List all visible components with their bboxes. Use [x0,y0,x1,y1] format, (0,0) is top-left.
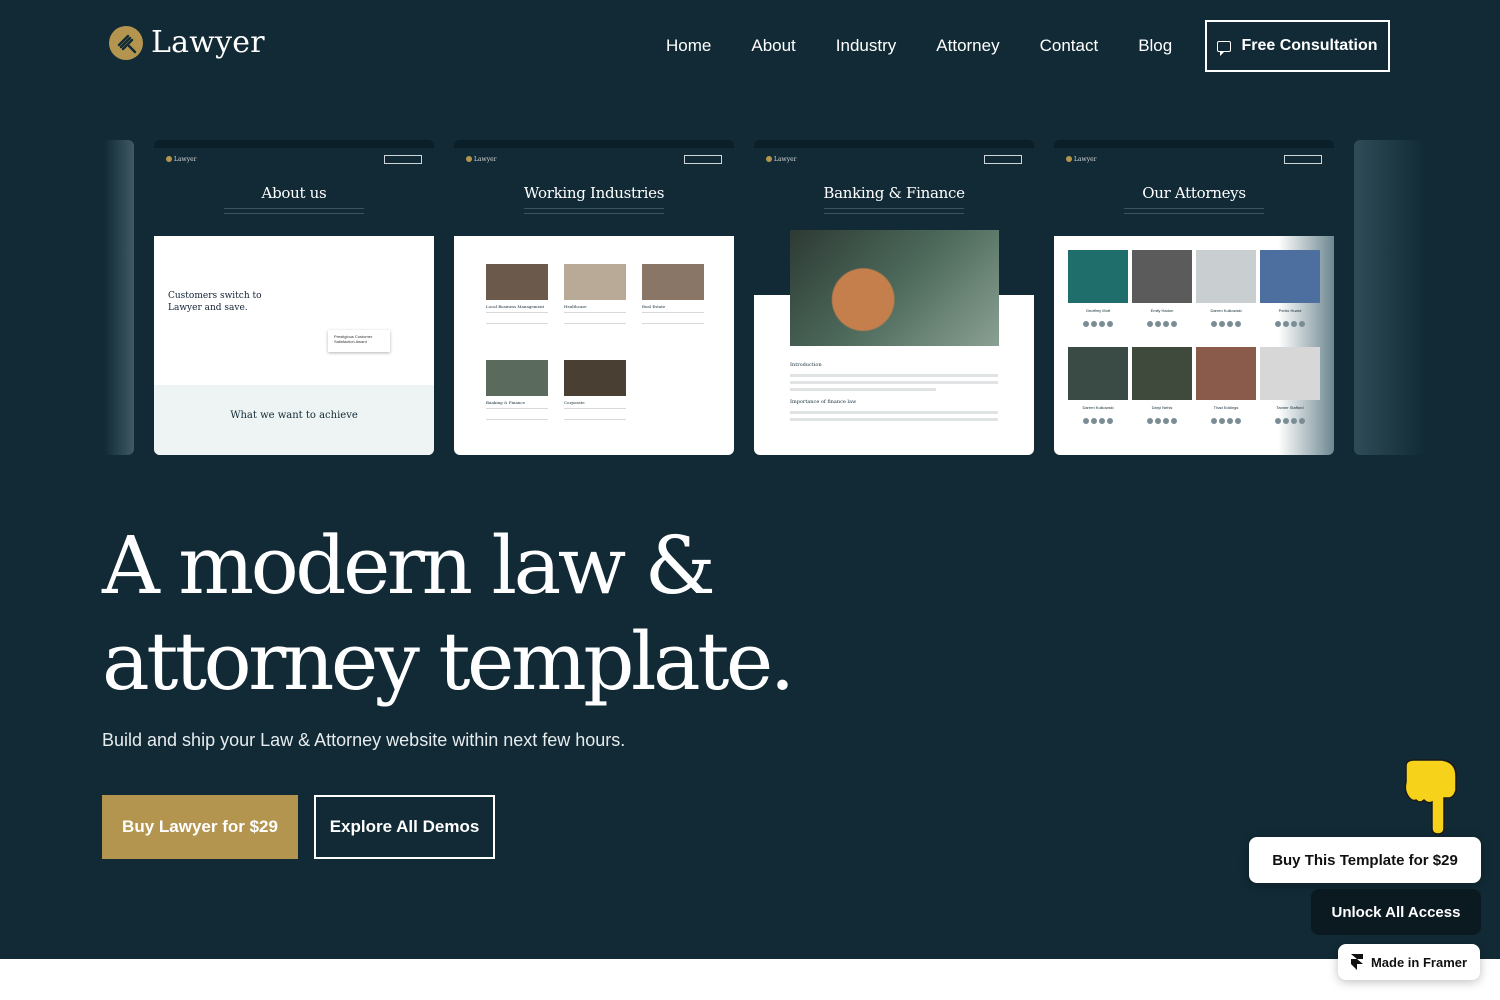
preview-edge-left [104,140,134,455]
preview-industries-title: Working Industries [523,184,665,202]
preview-about-tagline: Customers switch to Lawyer and save. [168,291,262,313]
preview-industry-label: Banking & Finance [486,400,526,405]
preview-attorney-name: Thad Eddings [1213,405,1239,410]
brand-logo[interactable]: Lawyer [109,25,265,60]
made-in-framer-badge[interactable]: Made in Framer [1338,944,1480,980]
preview-attorney-name: Daryl Nehls [1151,405,1173,410]
preview-about-bottom-title: What we want to achieve [230,410,358,421]
preview-about-title: About us [261,184,327,202]
preview-attorney-name: Pedro Huard [1278,308,1302,313]
nav-home[interactable]: Home [666,36,711,56]
nav-attorney[interactable]: Attorney [936,36,999,56]
framer-logo-icon [1350,954,1363,970]
preview-attorney-name: Darren Kulkowski [1082,405,1114,410]
unlock-all-access-button[interactable]: Unlock All Access [1311,889,1481,935]
hero-headline: A modern law & attorney template. [102,518,822,710]
brand-name: Lawyer [151,25,265,60]
nav-blog[interactable]: Blog [1138,36,1172,56]
made-in-framer-label: Made in Framer [1370,954,1468,970]
buy-lawyer-button[interactable]: Buy Lawyer for $29 [102,795,298,859]
preview-card-industries[interactable]: Lawyer Working Industries Local Business… [454,140,734,455]
preview-banking-title: Banking & Finance [823,184,965,202]
preview-card-banking[interactable]: Lawyer Banking & Finance Introduction Im… [754,140,1034,455]
preview-industry-label: Healthcare [564,304,587,309]
preview-industry-label: Local Business Management [486,304,545,309]
preview-attorneys-title: Our Attorneys [1142,184,1246,202]
free-consultation-label: Free Consultation [1241,37,1378,54]
preview-card-about[interactable]: Lawyer About us Customers switch to Lawy… [154,140,434,455]
preview-banking-heading-2: Importance of finance law [790,399,857,405]
preview-banking-photo [790,230,999,346]
nav-about[interactable]: About [751,36,795,56]
preview-industry-label: Corporate [564,400,585,405]
hero-section: Lawyer Home About Industry Attorney Cont… [0,0,1500,959]
preview-card-attorneys[interactable]: Lawyer Our Attorneys Geoffrey Mott Emily… [1054,140,1334,455]
nav-contact[interactable]: Contact [1040,36,1099,56]
hero-subline: Build and ship your Law & Attorney websi… [102,730,626,750]
hero-headline-line-2: attorney template. [102,615,795,708]
hero-headline-line-1: A modern law & [102,519,716,612]
template-preview-strip: Lawyer About us Customers switch to Lawy… [104,140,1426,455]
nav-industry[interactable]: Industry [836,36,896,56]
preview-attorney-name: Tanner Stafford [1276,405,1304,410]
preview-edge-right [1354,140,1426,455]
explore-demos-button[interactable]: Explore All Demos [314,795,495,859]
buy-template-button[interactable]: Buy This Template for $29 [1249,837,1481,883]
preview-attorney-name: Darren Kulkowski [1210,308,1242,313]
preview-banking-heading: Introduction [790,362,822,368]
chat-icon [1217,40,1232,56]
main-nav: Home About Industry Attorney Contact Blo… [666,36,1172,56]
preview-attorney-name: Emily Hadon [1150,308,1174,313]
gavel-logo-icon [109,25,143,60]
preview-attorney-name: Geoffrey Mott [1085,308,1111,313]
preview-about-badge: Prestigious Customer Satisfaction Award [328,330,390,352]
free-consultation-button[interactable]: Free Consultation [1205,20,1390,72]
pointing-hand-icon [1404,759,1457,835]
preview-industry-label: Real Estate [642,304,666,309]
